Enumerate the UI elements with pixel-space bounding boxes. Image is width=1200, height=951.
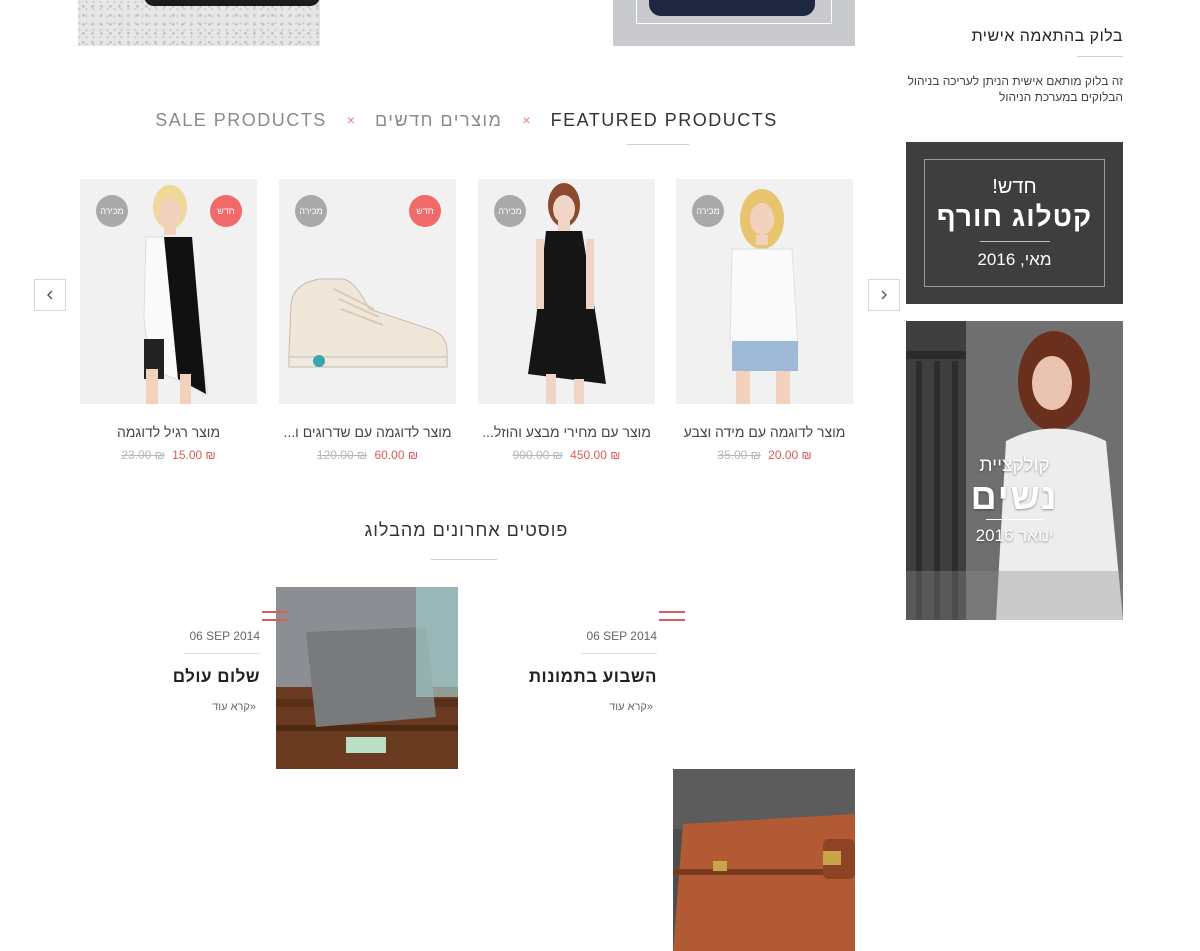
product-image[interactable]: מכירה (676, 179, 853, 404)
tab-separator: × (522, 112, 531, 128)
product-name[interactable]: מוצר לדוגמה עם שדרוגים ו... (279, 424, 456, 440)
product-price: ₪ 20.00 ₪ 35.00 (676, 448, 853, 462)
tab-featured-products[interactable]: FEATURED PRODUCTS (551, 110, 778, 131)
product-price: ₪ 15.00 ₪ 23.00 (80, 448, 257, 462)
product-name[interactable]: מוצר רגיל לדוגמה (80, 424, 257, 440)
new-badge: חדש (210, 195, 242, 227)
price-old: ₪ 35.00 (717, 448, 761, 462)
banner-image-jacket[interactable] (613, 0, 855, 46)
sale-badge: מכירה (494, 195, 526, 227)
post-date: 06 SEP 2014 (189, 629, 260, 643)
chevron-left-icon (47, 290, 53, 300)
tab-sale-products[interactable]: SALE PRODUCTS (155, 110, 327, 131)
catalog-banner[interactable]: חדש! קטלוג חורף מאי, 2016 (906, 142, 1123, 304)
product-image[interactable]: מכירה חדש (279, 179, 456, 404)
read-more-link[interactable]: «קרא עוד (493, 701, 653, 713)
tab-new-products[interactable]: מוצרים חדשים (375, 110, 502, 131)
women-date: ינואר 2016 (975, 526, 1054, 545)
sidebar-block-text: זה בלוק מותאם אישית הניתן לעריכה בניהול … (907, 74, 1123, 104)
product-card[interactable]: מכירה חדש מוצר לדוגמה עם שדרוגים ו... ₪ … (279, 179, 456, 462)
sidebar-block-title: בלוק בהתאמה אישית (971, 28, 1123, 45)
product-price: ₪ 450.00 ₪ 900.00 (478, 448, 655, 462)
sale-badge: מכירה (692, 195, 724, 227)
price-current: ₪ 60.00 (374, 448, 419, 462)
post-decoration-icon (659, 611, 685, 621)
catalog-date: מאי, 2016 (977, 250, 1052, 269)
price-old: ₪ 23.00 (121, 448, 165, 462)
carousel-next-button[interactable] (868, 279, 900, 311)
price-current: ₪ 15.00 (172, 448, 216, 462)
price-old: ₪ 900.00 (512, 448, 563, 462)
product-card[interactable]: מכירה מוצר לדוגמה עם מידה וצבע ₪ 20.00 ₪… (676, 179, 853, 462)
post-divider (184, 653, 260, 654)
product-tabs: SALE PRODUCTS × מוצרים חדשים × FEATURED … (78, 105, 855, 135)
sidebar-title-underline (1077, 56, 1123, 57)
banner-image-phone[interactable] (78, 0, 320, 46)
product-name[interactable]: מוצר עם מחירי מבצע והוזל... (478, 424, 655, 440)
catalog-title: קטלוג חורף (936, 201, 1093, 232)
post-divider (581, 653, 657, 654)
price-current: ₪ 450.00 (570, 448, 621, 462)
catalog-new-label: חדש! (992, 176, 1037, 198)
carousel-prev-button[interactable] (34, 279, 66, 311)
post-image-suitcase[interactable] (673, 769, 855, 951)
post-decoration-icon (262, 611, 288, 621)
product-image[interactable]: מכירה (478, 179, 655, 404)
product-card[interactable]: מכירה חדש מוצר רגיל לדוגמה ₪ 15.00 ₪ 23.… (80, 179, 257, 462)
women-title: נשים (970, 476, 1059, 517)
sale-badge: מכירה (96, 195, 128, 227)
post-title[interactable]: שלום עולם (0, 667, 260, 687)
catalog-banner-frame: חדש! קטלוג חורף מאי, 2016 (924, 159, 1105, 287)
read-more-link[interactable]: «קרא עוד (96, 701, 256, 713)
women-collection-banner[interactable]: קולקציית נשים ינואר 2016 (906, 321, 1123, 620)
new-badge: חדש (409, 195, 441, 227)
women-banner-text: קולקציית נשים ינואר 2016 (906, 455, 1123, 546)
price-old: ₪ 120.00 (316, 448, 368, 462)
product-card[interactable]: מכירה מוצר עם מחירי מבצע והוזל... ₪ 450.… (478, 179, 655, 462)
product-price: ₪ 60.00 ₪ 120.00 (279, 448, 456, 462)
product-image[interactable]: מכירה חדש (80, 179, 257, 404)
women-collection-label: קולקציית (979, 455, 1050, 476)
post-date: 06 SEP 2014 (586, 629, 657, 643)
catalog-divider (979, 241, 1050, 242)
tabs-underline (627, 144, 689, 145)
blog-heading-underline (431, 559, 497, 560)
chevron-right-icon (881, 290, 887, 300)
tab-separator: × (346, 112, 355, 128)
sale-badge: מכירה (295, 195, 327, 227)
price-current: ₪ 20.00 (768, 448, 812, 462)
product-name[interactable]: מוצר לדוגמה עם מידה וצבע (676, 424, 853, 440)
women-divider (985, 519, 1044, 520)
blog-heading: פוסטים אחרונים מהבלוג (364, 520, 569, 540)
post-photo-suitcase (673, 769, 855, 951)
post-title[interactable]: השבוע בתמונות (397, 667, 657, 687)
